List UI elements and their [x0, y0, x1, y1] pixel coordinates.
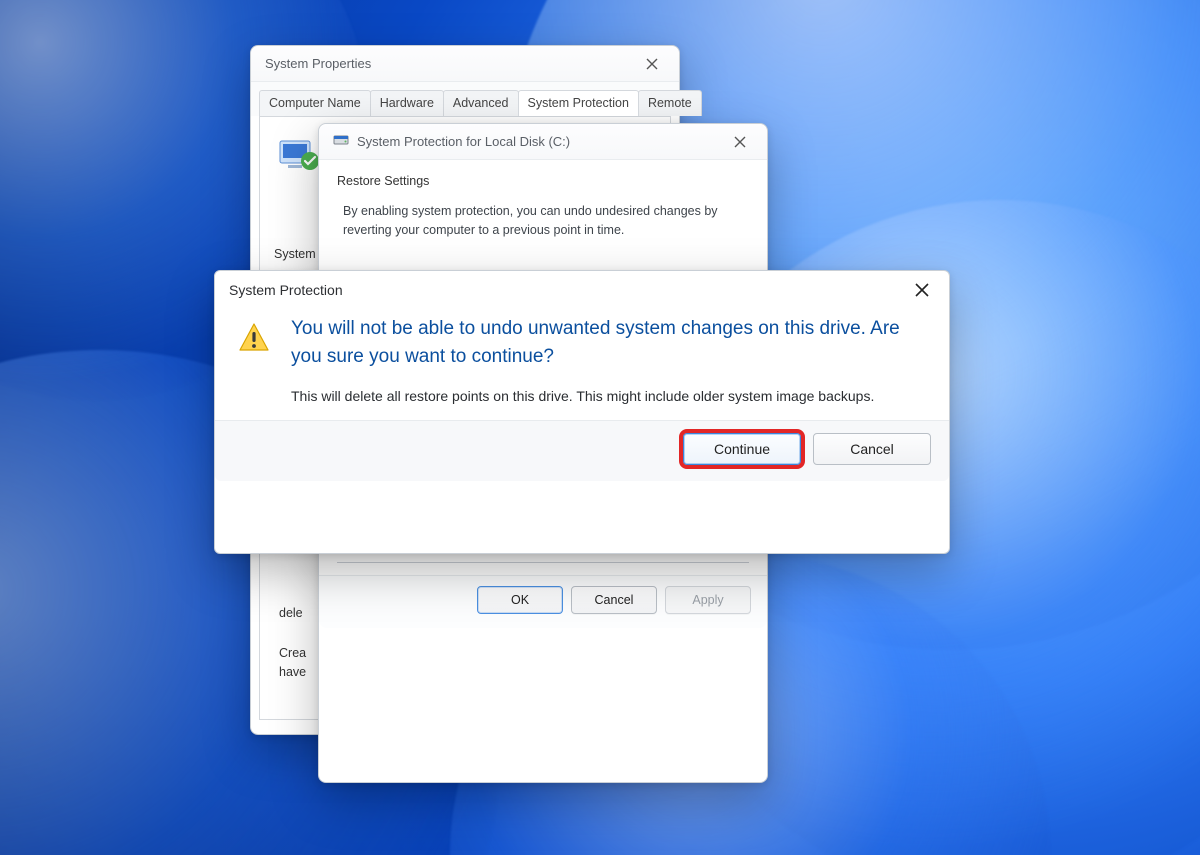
close-icon[interactable]: [723, 127, 757, 157]
drive-icon: [333, 132, 349, 151]
tab-advanced[interactable]: Advanced: [443, 90, 519, 116]
close-icon[interactable]: [905, 275, 939, 305]
dialog-button-row: OK Cancel Apply: [319, 575, 767, 628]
continue-button[interactable]: Continue: [683, 433, 801, 465]
restore-settings-legend: Restore Settings: [337, 174, 437, 188]
ok-button[interactable]: OK: [477, 586, 563, 614]
tab-remote[interactable]: Remote: [638, 90, 702, 116]
restore-settings-description: By enabling system protection, you can u…: [343, 202, 749, 241]
system-protection-drive-titlebar[interactable]: System Protection for Local Disk (C:): [319, 124, 767, 160]
system-properties-title: System Properties: [265, 56, 371, 71]
confirm-dialog-title: System Protection: [229, 282, 343, 298]
confirm-disable-protection-dialog: System Protection You will not be able t…: [214, 270, 950, 554]
cancel-button[interactable]: Cancel: [813, 433, 931, 465]
partial-text: dele: [279, 606, 303, 620]
confirm-dialog-button-row: Continue Cancel: [215, 420, 949, 481]
system-properties-tabs: Computer Name Hardware Advanced System P…: [251, 82, 679, 116]
tab-hardware[interactable]: Hardware: [370, 90, 444, 116]
partial-text: Crea have: [279, 644, 306, 682]
highlight-annotation: Continue: [683, 433, 801, 465]
system-properties-titlebar[interactable]: System Properties: [251, 46, 679, 82]
close-icon[interactable]: [635, 49, 669, 79]
apply-button[interactable]: Apply: [665, 586, 751, 614]
confirm-dialog-body: This will delete all restore points on t…: [291, 386, 923, 408]
warning-icon: [237, 315, 273, 408]
system-protection-drive-title: System Protection for Local Disk (C:): [357, 134, 570, 149]
system-protection-icon: [274, 131, 322, 179]
tab-system-protection[interactable]: System Protection: [518, 90, 639, 116]
confirm-dialog-titlebar[interactable]: System Protection: [215, 271, 949, 309]
cancel-button[interactable]: Cancel: [571, 586, 657, 614]
restore-settings-group: Restore Settings By enabling system prot…: [337, 174, 749, 241]
tab-computer-name[interactable]: Computer Name: [259, 90, 371, 116]
confirm-dialog-headline: You will not be able to undo unwanted sy…: [291, 315, 923, 370]
